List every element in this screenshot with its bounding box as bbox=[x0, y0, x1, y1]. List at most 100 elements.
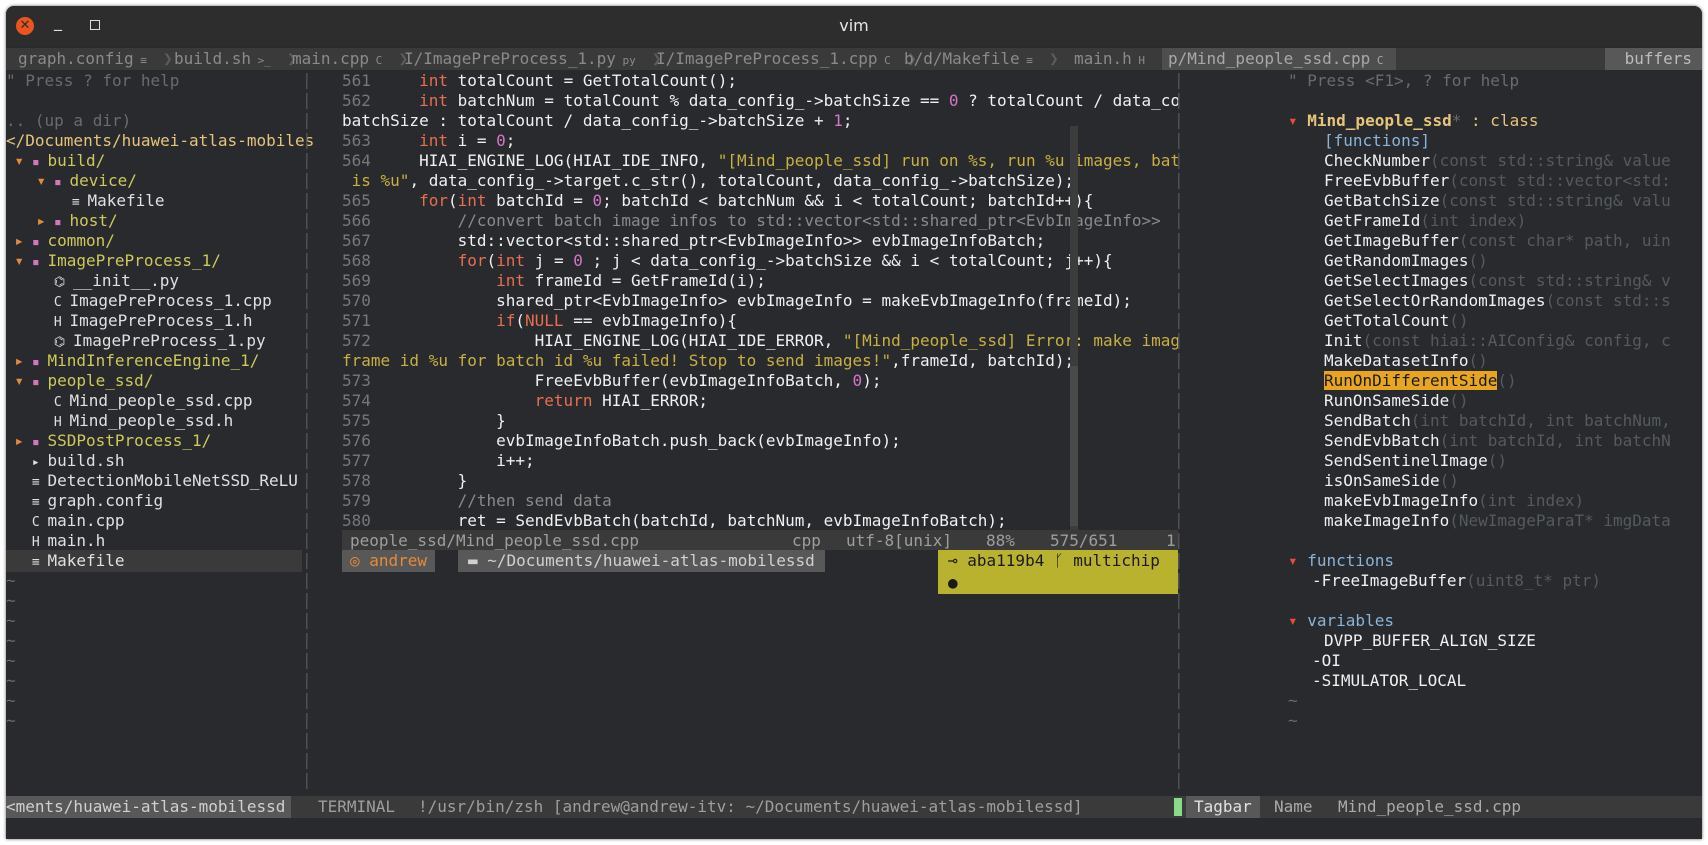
tree-item[interactable]: ▸ ▪ host/ bbox=[6, 210, 302, 232]
tree-item[interactable]: H main.h bbox=[6, 530, 302, 552]
code-line[interactable]: 574 return HIAI_ERROR; bbox=[342, 390, 1178, 412]
tagbar-variable[interactable]: -OI bbox=[1312, 650, 1341, 672]
code-line[interactable]: 563 int i = 0; bbox=[342, 130, 1178, 152]
tagbar-member[interactable]: isOnSameSide() bbox=[1324, 470, 1702, 492]
tree-root[interactable]: </Documents/huawei-atlas-mobiles bbox=[6, 130, 314, 152]
tree-item[interactable]: ▸ ▪ common/ bbox=[6, 230, 302, 252]
code-line[interactable]: 566 //convert batch image infos to std::… bbox=[342, 210, 1178, 232]
tree-item[interactable]: H ImagePreProcess_1.h bbox=[6, 310, 302, 332]
scrollbar[interactable] bbox=[1070, 366, 1078, 526]
code-line[interactable]: 575 } bbox=[342, 410, 1178, 432]
code-line[interactable]: 579 //then send data bbox=[342, 490, 1178, 512]
tree-item[interactable]: ▸ ▪ MindInferenceEngine_1/ bbox=[6, 350, 302, 372]
code-line[interactable]: 572 HIAI_ENGINE_LOG(HIAI_IDE_ERROR, "[Mi… bbox=[342, 330, 1178, 352]
tree-arrow-icon[interactable] bbox=[6, 310, 46, 332]
tagbar-member[interactable]: GetBatchSize(const std::string& valu bbox=[1324, 190, 1702, 212]
tree-arrow-icon[interactable] bbox=[6, 550, 24, 572]
tree-arrow-icon[interactable] bbox=[6, 470, 24, 492]
code-line[interactable]: is %u", data_config_->target.c_str(), to… bbox=[342, 170, 1178, 192]
code-line[interactable]: 570 shared_ptr<EvbImageInfo> evbImageInf… bbox=[342, 290, 1178, 312]
tree-item[interactable]: ⌬ ImagePreProcess_1.py bbox=[6, 330, 302, 352]
code-line[interactable]: batchSize : totalCount / data_config_->b… bbox=[342, 110, 1178, 132]
tree-arrow-icon[interactable]: ▾ bbox=[6, 170, 46, 192]
tree-arrow-icon[interactable]: ▸ bbox=[6, 350, 24, 372]
code-line[interactable]: frame id %u for batch id %u failed! Stop… bbox=[342, 350, 1178, 372]
code-line[interactable]: 567 std::vector<std::shared_ptr<EvbImage… bbox=[342, 230, 1178, 252]
tagbar-member[interactable]: GetRandomImages() bbox=[1324, 250, 1702, 272]
tree-arrow-icon[interactable]: ▾ bbox=[6, 250, 24, 272]
tagbar-member[interactable]: MakeDatasetInfo() bbox=[1324, 350, 1702, 372]
tree-arrow-icon[interactable]: ▸ bbox=[6, 230, 24, 252]
tab-6[interactable]: b/d/Makefile ≡ ❯ bbox=[898, 48, 1065, 70]
tree-item[interactable]: ⌬ __init__.py bbox=[6, 270, 302, 292]
tree-item[interactable]: C ImagePreProcess_1.cpp bbox=[6, 290, 302, 312]
tab-2[interactable]: build.sh >_ ❯ bbox=[168, 48, 303, 70]
tree-item[interactable]: C main.cpp bbox=[6, 510, 302, 532]
tagbar-class[interactable]: ▾ Mind_people_ssd* : class bbox=[1288, 110, 1538, 132]
code-line[interactable]: 576 evbImageInfoBatch.push_back(evbImage… bbox=[342, 430, 1178, 452]
tree-item[interactable]: ≡ Makefile bbox=[6, 550, 302, 572]
tree-item[interactable]: ▾ ▪ people_ssd/ bbox=[6, 370, 302, 392]
tree-arrow-icon[interactable] bbox=[6, 290, 46, 312]
tagbar-member[interactable]: GetImageBuffer(const char* path, uin bbox=[1324, 230, 1702, 252]
tagbar-member[interactable]: makeEvbImageInfo(int index) bbox=[1324, 490, 1702, 512]
tree-arrow-icon[interactable]: ▸ bbox=[6, 430, 24, 452]
tree-arrow-icon[interactable] bbox=[6, 410, 46, 432]
tagbar-member[interactable]: Init(const hiai::AIConfig& config, c bbox=[1324, 330, 1702, 352]
code-line[interactable]: 577 i++; bbox=[342, 450, 1178, 472]
tree-arrow-icon[interactable]: ▾ bbox=[6, 370, 24, 392]
code-line[interactable]: 564 HIAI_ENGINE_LOG(HIAI_IDE_INFO, "[Min… bbox=[342, 150, 1178, 172]
tagbar-member[interactable]: makeImageInfo(NewImageParaT* imgData bbox=[1324, 510, 1702, 532]
tree-arrow-icon[interactable] bbox=[6, 490, 24, 512]
tagbar-member[interactable]: GetTotalCount() bbox=[1324, 310, 1702, 332]
collapse-arrow-icon[interactable]: ▾ bbox=[1288, 611, 1307, 630]
tab-5[interactable]: I/ImagePreProcess_1.cpp C ❯ bbox=[650, 48, 923, 70]
tree-arrow-icon[interactable]: ▾ bbox=[6, 150, 24, 172]
tree-arrow-icon[interactable] bbox=[6, 190, 64, 212]
tree-item[interactable]: ≡ Makefile bbox=[6, 190, 302, 212]
tagbar-function[interactable]: -FreeImageBuffer(uint8_t* ptr) bbox=[1312, 570, 1601, 592]
tab-3[interactable]: main.cpp C ❯ bbox=[286, 48, 414, 70]
tab-8[interactable]: p/Mind_people_ssd.cpp C bbox=[1162, 48, 1397, 70]
tree-arrow-icon[interactable]: ▸ bbox=[6, 210, 46, 232]
tab-1[interactable]: graph.config ≡ ❯ bbox=[12, 48, 179, 70]
tagbar-member[interactable]: SendSentinelImage() bbox=[1324, 450, 1702, 472]
tree-item[interactable]: ▸ build.sh bbox=[6, 450, 302, 472]
code-line[interactable]: 571 if(NULL == evbImageInfo){ bbox=[342, 310, 1178, 332]
split-divider[interactable]: | | | | | | | | | | | | | | | | | | | | … bbox=[302, 70, 312, 796]
code-line[interactable]: 578 } bbox=[342, 470, 1178, 492]
tagbar-member[interactable]: GetSelectImages(const std::string& v bbox=[1324, 270, 1702, 292]
tree-item[interactable]: ≡ graph.config bbox=[6, 490, 302, 512]
code-editor[interactable]: 561 int totalCount = GetTotalCount(); 562… bbox=[342, 70, 1282, 796]
code-line[interactable]: 565 for(int batchId = 0; batchId < batch… bbox=[342, 190, 1178, 212]
collapse-arrow-icon[interactable]: ▾ bbox=[1288, 111, 1307, 130]
code-line[interactable]: 568 for(int j = 0 ; j < data_config_->ba… bbox=[342, 250, 1178, 272]
tab-4[interactable]: I/ImagePreProcess_1.py py ❯ bbox=[398, 48, 668, 70]
tagbar-variable[interactable]: DVPP_BUFFER_ALIGN_SIZE bbox=[1324, 630, 1536, 652]
tree-item[interactable]: ≡ DetectionMobileNetSSD_ReLU bbox=[6, 470, 302, 492]
tagbar-variables-header[interactable]: ▾ variables bbox=[1288, 610, 1394, 632]
tab-7[interactable]: main.h H ❯ bbox=[1068, 48, 1177, 70]
tree-item[interactable]: ▾ ▪ device/ bbox=[6, 170, 302, 192]
tree-arrow-icon[interactable] bbox=[6, 330, 46, 352]
tree-item[interactable]: ▾ ▪ build/ bbox=[6, 150, 302, 172]
tagbar-member[interactable]: GetSelectOrRandomImages(const std::s bbox=[1324, 290, 1702, 312]
tree-item[interactable]: ▾ ▪ ImagePreProcess_1/ bbox=[6, 250, 302, 272]
tagbar-member[interactable]: RunOnSameSide() bbox=[1324, 390, 1702, 412]
tagbar-member[interactable]: SendEvbBatch(int batchId, int batchN bbox=[1324, 430, 1702, 452]
tree-arrow-icon[interactable] bbox=[6, 270, 46, 292]
tree-item[interactable]: C Mind_people_ssd.cpp bbox=[6, 390, 302, 412]
collapse-arrow-icon[interactable]: ▾ bbox=[1288, 551, 1307, 570]
tree-arrow-icon[interactable] bbox=[6, 390, 46, 412]
tagbar-variable[interactable]: -SIMULATOR_LOCAL bbox=[1312, 670, 1466, 692]
tree-arrow-icon[interactable] bbox=[6, 510, 24, 532]
tagbar-member[interactable]: CheckNumber(const std::string& value bbox=[1324, 150, 1702, 172]
tree-arrow-icon[interactable] bbox=[6, 530, 24, 552]
code-line[interactable]: 573 FreeEvbBuffer(evbImageInfoBatch, 0); bbox=[342, 370, 1178, 392]
split-divider[interactable]: | | | | | | | | | | | | | | | | | | | | … bbox=[1174, 70, 1184, 796]
code-line[interactable]: 569 int frameId = GetFrameId(i); bbox=[342, 270, 1178, 292]
tree-arrow-icon[interactable] bbox=[6, 450, 24, 472]
tree-up-dir[interactable]: .. (up a dir) bbox=[6, 110, 131, 132]
tagbar-member[interactable]: RunOnDifferentSide() bbox=[1324, 370, 1702, 392]
tagbar-member[interactable]: SendBatch(int batchId, int batchNum, bbox=[1324, 410, 1702, 432]
